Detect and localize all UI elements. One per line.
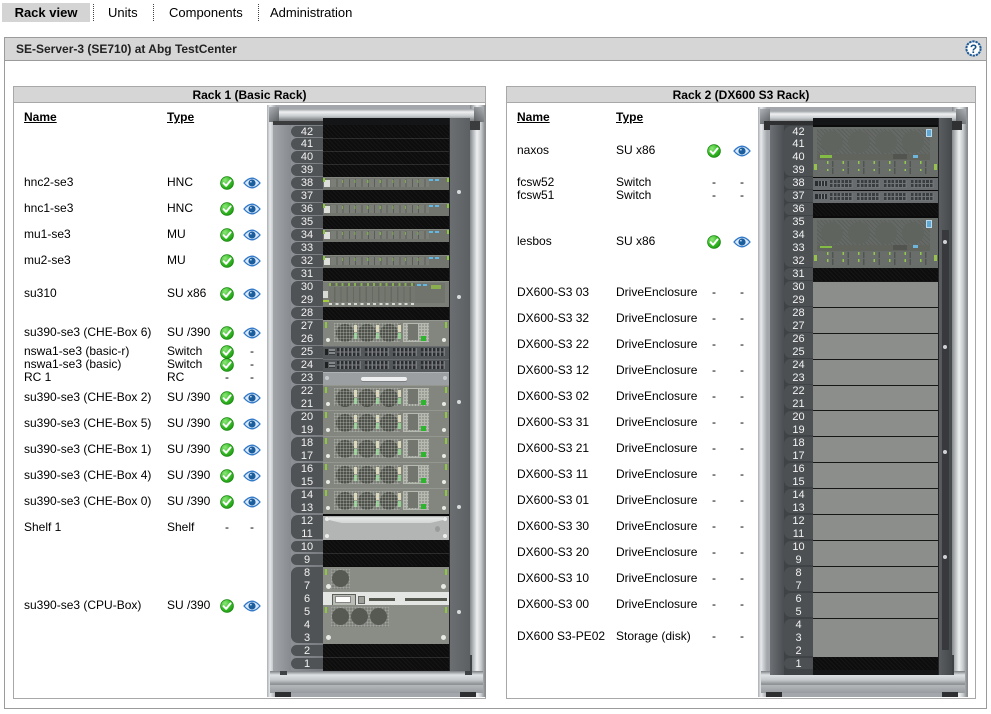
svg-text:?: ? <box>970 42 977 56</box>
